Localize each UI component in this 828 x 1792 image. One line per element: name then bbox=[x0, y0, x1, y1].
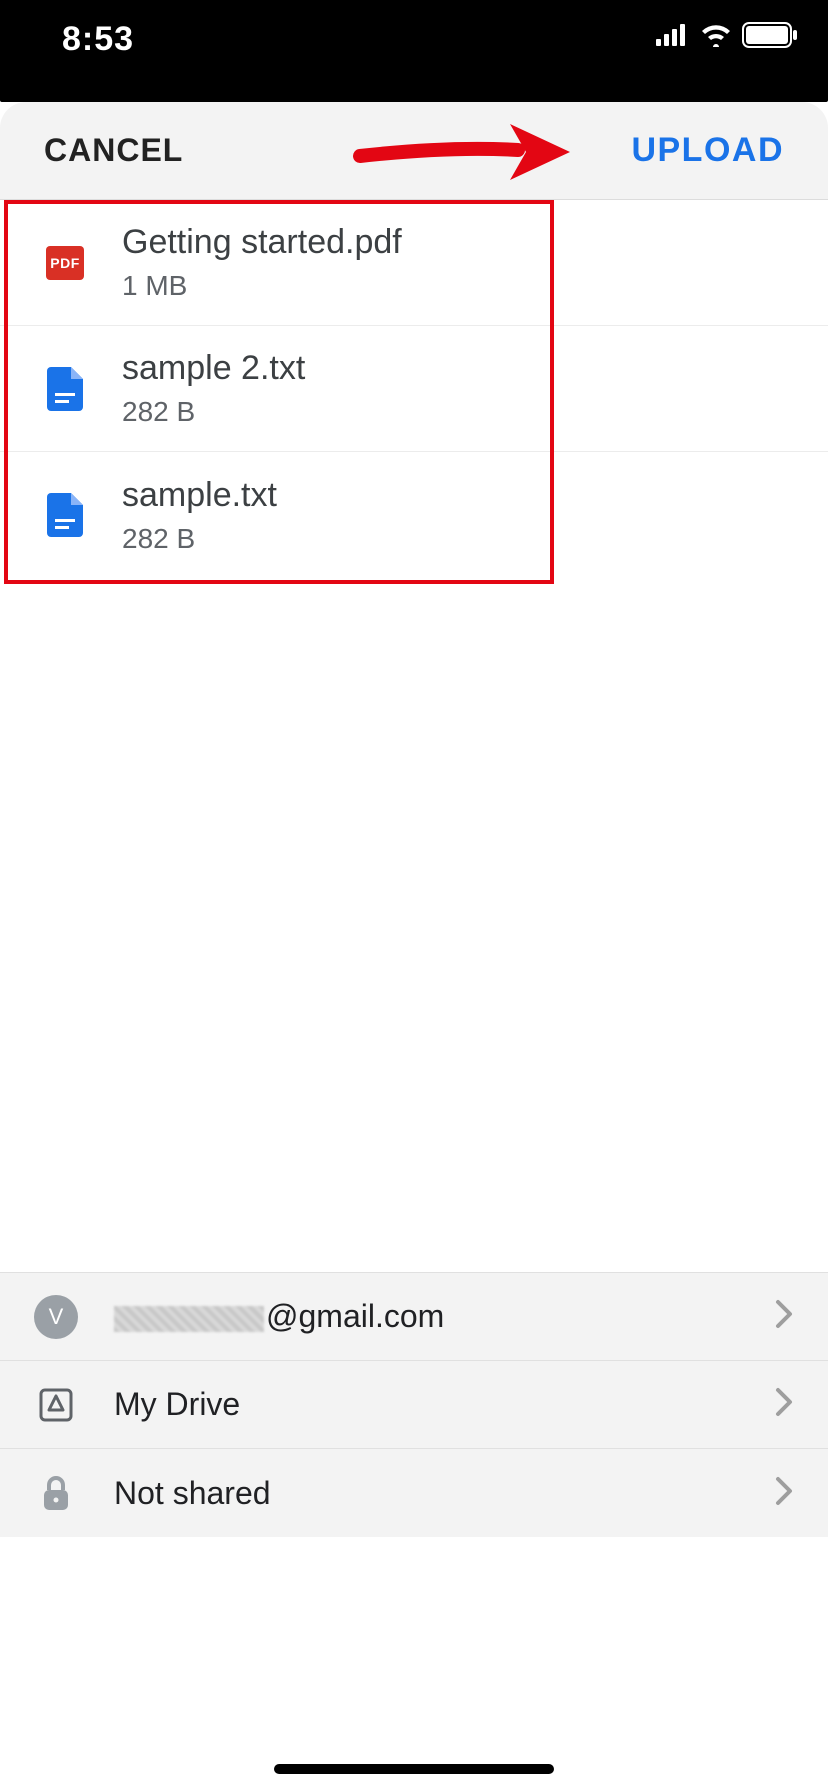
lock-icon bbox=[34, 1474, 78, 1512]
upload-button[interactable]: UPLOAD bbox=[631, 131, 784, 170]
file-name: sample.txt bbox=[122, 476, 277, 515]
sharing-row[interactable]: Not shared bbox=[0, 1449, 828, 1537]
chevron-right-icon bbox=[774, 1386, 794, 1423]
redacted-text bbox=[114, 1306, 264, 1332]
wifi-icon bbox=[700, 23, 732, 52]
cellular-icon bbox=[656, 24, 690, 51]
chevron-right-icon bbox=[774, 1298, 794, 1335]
drive-icon bbox=[34, 1386, 78, 1424]
file-name: Getting started.pdf bbox=[122, 223, 402, 262]
cancel-button[interactable]: CANCEL bbox=[44, 132, 183, 169]
file-name: sample 2.txt bbox=[122, 349, 305, 388]
avatar: V bbox=[34, 1295, 78, 1339]
pdf-icon: PDF bbox=[44, 242, 86, 284]
document-icon bbox=[44, 494, 86, 536]
home-indicator[interactable] bbox=[274, 1764, 554, 1774]
document-icon bbox=[44, 368, 86, 410]
location-label: My Drive bbox=[114, 1386, 738, 1423]
file-row[interactable]: sample 2.txt 282 B bbox=[0, 326, 828, 452]
account-email: @gmail.com bbox=[114, 1298, 738, 1335]
upload-settings-panel: V @gmail.com My Drive Not shared bbox=[0, 1272, 828, 1537]
email-domain: @gmail.com bbox=[266, 1298, 444, 1334]
status-time: 8:53 bbox=[62, 20, 134, 59]
file-row[interactable]: PDF Getting started.pdf 1 MB bbox=[0, 200, 828, 326]
file-size: 282 B bbox=[122, 523, 277, 555]
file-size: 1 MB bbox=[122, 270, 402, 302]
account-row[interactable]: V @gmail.com bbox=[0, 1273, 828, 1361]
location-row[interactable]: My Drive bbox=[0, 1361, 828, 1449]
battery-icon bbox=[742, 22, 798, 53]
upload-modal-header: CANCEL UPLOAD bbox=[0, 102, 828, 200]
sharing-label: Not shared bbox=[114, 1475, 738, 1512]
pdf-badge: PDF bbox=[46, 246, 84, 280]
file-size: 282 B bbox=[122, 396, 305, 428]
status-bar: 8:53 bbox=[0, 0, 828, 102]
file-row[interactable]: sample.txt 282 B bbox=[0, 452, 828, 578]
status-icons bbox=[656, 22, 798, 53]
chevron-right-icon bbox=[774, 1475, 794, 1512]
file-list: PDF Getting started.pdf 1 MB sample 2.tx… bbox=[0, 200, 828, 578]
